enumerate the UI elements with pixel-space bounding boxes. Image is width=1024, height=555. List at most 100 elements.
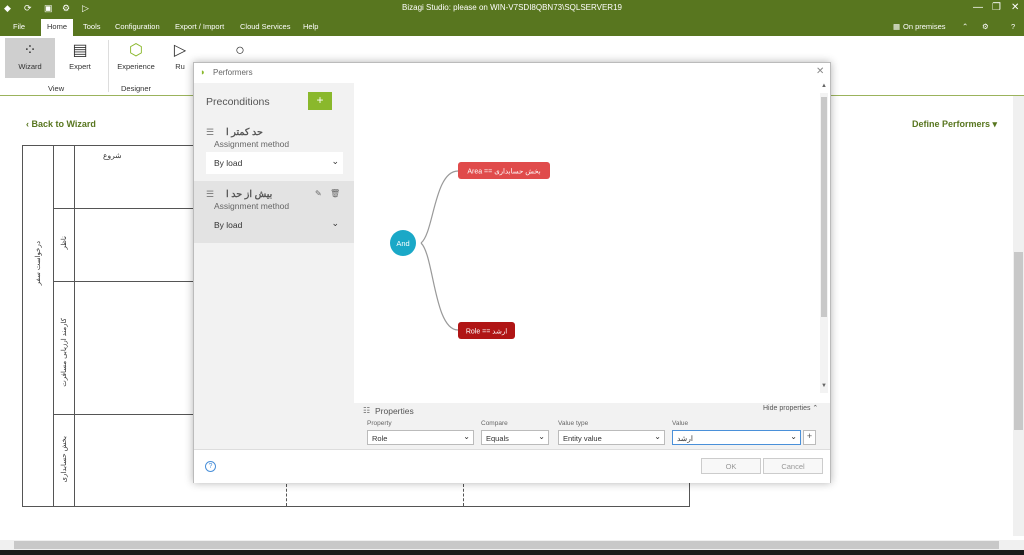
define-performers-menu[interactable]: Define Performers ▾ xyxy=(912,119,997,130)
chevron-down-icon: ⌄ xyxy=(654,432,661,441)
menu-help[interactable]: Help xyxy=(303,22,318,31)
window-title: Bizagi Studio: please on WIN-V7SDI8QBN73… xyxy=(402,3,622,12)
menu-tools[interactable]: Tools xyxy=(83,22,101,31)
precondition-card[interactable]: ☰ حد کمتر ا Assignment method By load ⌄ xyxy=(194,119,354,181)
restore-icon[interactable]: ❐ xyxy=(992,2,1001,13)
vertical-scroll-thumb[interactable] xyxy=(1014,252,1023,430)
search-icon: ○ xyxy=(235,42,245,59)
properties-icon: ☷ xyxy=(363,406,371,415)
help-icon[interactable]: ? xyxy=(205,461,216,472)
wizard-label: Wizard xyxy=(18,62,42,71)
list-icon: ☰ xyxy=(206,127,215,137)
dialog-close-icon[interactable]: ✕ xyxy=(816,66,824,77)
taskbar xyxy=(0,550,1024,555)
minimize-icon[interactable]: — xyxy=(973,2,983,13)
properties-title: Properties xyxy=(375,406,414,416)
lane-separator-dashed xyxy=(463,484,464,506)
edit-icon[interactable]: ✎ xyxy=(315,189,322,198)
wizard-icon: ⁘ xyxy=(23,42,37,59)
properties-panel: ☷ Properties Hide properties ⌃ Property … xyxy=(354,403,830,449)
cloud-icon: ▦ xyxy=(893,22,901,31)
dialog-title-bar: ◗ Performers ✕ xyxy=(194,63,830,83)
run-button[interactable]: ▷ Ru xyxy=(165,38,195,78)
performers-dialog: ◗ Performers ✕ Preconditions + ☰ حد کمتر… xyxy=(193,62,831,483)
designer-group-label: Designer xyxy=(121,84,152,93)
property-label: Property xyxy=(367,420,392,427)
value-label: Value xyxy=(672,420,689,427)
precondition-name: حد کمتر ا xyxy=(226,127,263,138)
title-bar: ◆ ⟳ ▣ ⚙ ▷ Bizagi Studio: please on WIN-V… xyxy=(0,0,1024,18)
precondition-card-selected[interactable]: ☰ بیش از حد ا ✎ 🗑 Assignment method By l… xyxy=(194,181,354,243)
preconditions-pane: Preconditions + ☰ حد کمتر ا Assignment m… xyxy=(194,83,354,449)
scroll-down-icon[interactable]: ▼ xyxy=(821,383,827,389)
ribbon-separator xyxy=(108,40,109,92)
connector-area xyxy=(420,170,459,244)
hide-properties-label: Hide properties xyxy=(763,405,811,412)
play-icon: ▷ xyxy=(173,42,187,59)
chevron-up-circle-icon: ⌃ xyxy=(812,405,819,412)
cancel-label: Cancel xyxy=(781,462,805,471)
experience-button[interactable]: ⬡ Experience xyxy=(111,38,161,78)
value-value: ارشد xyxy=(677,434,693,443)
add-value-button[interactable]: + xyxy=(803,430,816,445)
area-condition-label: Area == بخش حسابداری xyxy=(467,168,540,176)
menu-export-import[interactable]: Export / Import xyxy=(175,22,224,31)
run-label: Ru xyxy=(175,62,185,71)
compare-select[interactable]: Equals ⌄ xyxy=(481,430,549,445)
menu-file[interactable]: File xyxy=(13,22,25,31)
cancel-button[interactable]: Cancel xyxy=(763,458,823,474)
experience-icon: ⬡ xyxy=(129,42,143,59)
connector-role xyxy=(420,242,459,331)
add-precondition-button[interactable]: + xyxy=(308,92,332,110)
value-select[interactable]: ارشد ⌄ xyxy=(672,430,801,445)
assignment-method-select[interactable]: By load ⌄ xyxy=(206,152,343,174)
lane-separator-dashed xyxy=(286,484,287,506)
plus-icon: + xyxy=(806,431,813,441)
and-node-label: And xyxy=(396,239,409,248)
ok-label: OK xyxy=(725,462,737,471)
assignment-method-label: Assignment method xyxy=(214,139,290,149)
assignment-method-value: By load xyxy=(214,158,243,168)
chevron-down-icon: ⌄ xyxy=(331,218,339,228)
wizard-button[interactable]: ⁘ Wizard xyxy=(5,38,55,78)
dialog-footer: ? OK Cancel xyxy=(194,449,830,483)
back-to-wizard-label: Back to Wizard xyxy=(31,119,96,129)
menu-cloud-services[interactable]: Cloud Services xyxy=(240,22,290,31)
expert-button[interactable]: ▤ Expert xyxy=(55,38,105,78)
property-select[interactable]: Role ⌄ xyxy=(367,430,474,445)
expert-icon: ▤ xyxy=(72,42,88,59)
experience-label: Experience xyxy=(117,62,155,71)
ok-button[interactable]: OK xyxy=(701,458,761,474)
tools-icon[interactable]: ⚙ xyxy=(982,22,989,31)
help-icon[interactable]: ? xyxy=(1011,22,1015,31)
back-to-wizard-link[interactable]: ‹ Back to Wizard xyxy=(26,119,96,129)
delete-icon[interactable]: 🗑 xyxy=(330,189,340,198)
compare-value: Equals xyxy=(486,434,509,443)
list-icon: ☰ xyxy=(206,189,215,199)
menu-configuration[interactable]: Configuration xyxy=(115,22,160,31)
on-premises-label[interactable]: On premises xyxy=(903,22,946,31)
horizontal-scroll-thumb[interactable] xyxy=(14,541,999,549)
scroll-up-icon[interactable]: ▲ xyxy=(821,83,827,89)
collapse-ribbon-icon[interactable]: ⌃ xyxy=(962,22,968,31)
performers-icon: ◗ xyxy=(200,67,206,77)
value-type-select[interactable]: Entity value ⌄ xyxy=(558,430,665,445)
value-type-value: Entity value xyxy=(563,434,602,443)
hide-properties-link[interactable]: Hide properties ⌃ xyxy=(763,404,818,412)
task-label[interactable]: شروع xyxy=(103,151,122,160)
assignment-method-value: By load xyxy=(214,220,243,230)
role-condition-label: Role == ارشد xyxy=(466,328,507,336)
dialog-title: Performers xyxy=(213,68,253,77)
close-icon[interactable]: ✕ xyxy=(1011,2,1019,13)
pool-label: درخواست سفر xyxy=(35,241,42,286)
graph-scroll-thumb[interactable] xyxy=(821,97,827,317)
lane-label: کارمند ارزیابی مسافرت xyxy=(61,318,68,387)
value-type-label: Value type xyxy=(558,420,589,427)
lane-label: ناظر xyxy=(61,236,68,250)
assignment-method-select[interactable]: By load ⌄ xyxy=(206,214,343,236)
condition-graph[interactable]: And Area == بخش حسابداری Role == ارشد ▲ … xyxy=(354,83,830,403)
menu-home[interactable]: Home xyxy=(41,19,74,36)
view-group-label: View xyxy=(48,84,65,93)
condition-graph-svg: And Area == بخش حسابداری Role == ارشد xyxy=(390,162,550,339)
chevron-down-icon: ⌄ xyxy=(538,432,545,441)
